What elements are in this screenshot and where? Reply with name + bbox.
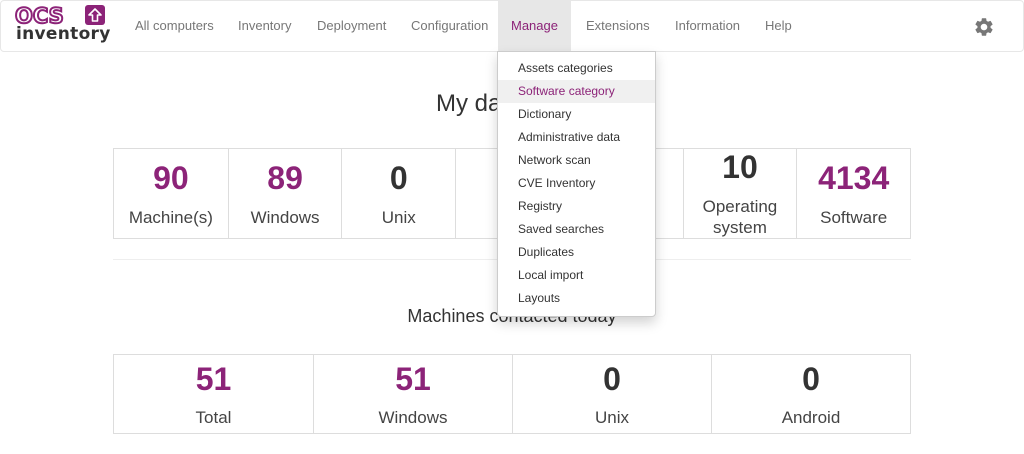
- nav-inventory[interactable]: Inventory: [238, 1, 291, 51]
- stat-value: 89: [267, 160, 303, 196]
- stat-value: 51: [195, 361, 232, 397]
- menu-item-layouts[interactable]: Layouts: [498, 287, 655, 310]
- stat-value: 90: [153, 160, 189, 196]
- nav-deployment[interactable]: Deployment: [317, 1, 386, 51]
- menu-item-cve-inventory[interactable]: CVE Inventory: [498, 172, 655, 195]
- stat-label: Machine(s): [128, 208, 213, 227]
- logo-upload-icon: [85, 5, 105, 25]
- menu-item-administrative-data[interactable]: Administrative data: [498, 126, 655, 149]
- stat-label: Unix: [381, 208, 416, 227]
- menu-item-assets-categories[interactable]: Assets categories: [498, 57, 655, 80]
- contacted-android[interactable]: 0 Android: [711, 355, 910, 433]
- stat-value: 4134: [818, 160, 890, 196]
- menu-item-registry[interactable]: Registry: [498, 195, 655, 218]
- stat-value: 0: [603, 361, 621, 397]
- stat-label: Windows: [250, 208, 320, 227]
- menu-item-local-import[interactable]: Local import: [498, 264, 655, 287]
- stat-label: Android: [781, 408, 841, 427]
- stat-value: 0: [802, 361, 820, 397]
- stat-value: 10: [722, 149, 758, 185]
- menu-item-network-scan[interactable]: Network scan: [498, 149, 655, 172]
- stat-machines[interactable]: 90 Machine(s): [114, 149, 228, 238]
- ocs-inventory-logo[interactable]: OCS inventory: [14, 4, 110, 47]
- nav-configuration[interactable]: Configuration: [411, 1, 488, 51]
- gear-icon[interactable]: [973, 16, 995, 38]
- nav-extensions[interactable]: Extensions: [586, 1, 650, 51]
- stat-software[interactable]: 4134 Software: [796, 149, 910, 238]
- menu-item-saved-searches[interactable]: Saved searches: [498, 218, 655, 241]
- logo-inventory-text: inventory: [16, 24, 111, 44]
- menu-item-software-category[interactable]: Software category: [498, 80, 655, 103]
- stat-windows[interactable]: 89 Windows: [227, 149, 342, 238]
- stat-label: Unix: [594, 408, 629, 427]
- nav-all-computers[interactable]: All computers: [135, 1, 214, 51]
- menu-item-dictionary[interactable]: Dictionary: [498, 103, 655, 126]
- stat-value: 0: [389, 160, 408, 196]
- stat-value: 51: [395, 361, 431, 397]
- nav-help[interactable]: Help: [765, 1, 792, 51]
- nav-information[interactable]: Information: [675, 1, 740, 51]
- stat-label: Operating system: [702, 197, 778, 237]
- stat-label: Windows: [378, 408, 448, 427]
- contacted-windows[interactable]: 51 Windows: [313, 355, 512, 433]
- top-navbar: OCS inventory All computers Inventory De…: [0, 0, 1024, 52]
- stat-operating-system[interactable]: 10 Operating system: [682, 149, 797, 238]
- stat-label: Software: [820, 208, 888, 227]
- contacted-stats-row: 51 Total 51 Windows 0 Unix 0 Android: [113, 354, 911, 434]
- contacted-total[interactable]: 51 Total: [114, 355, 313, 433]
- stat-unix[interactable]: 0 Unix: [341, 149, 455, 238]
- stat-label: Total: [195, 408, 232, 427]
- contacted-unix[interactable]: 0 Unix: [512, 355, 711, 433]
- manage-dropdown-menu: Assets categories Software category Dict…: [497, 51, 656, 317]
- nav-manage[interactable]: Manage: [498, 1, 571, 51]
- menu-item-duplicates[interactable]: Duplicates: [498, 241, 655, 264]
